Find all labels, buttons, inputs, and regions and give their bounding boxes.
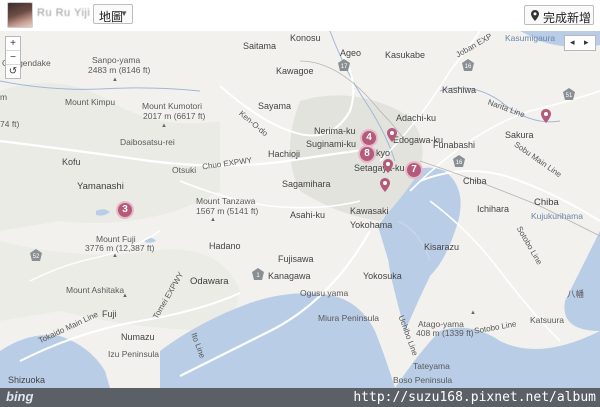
place-label: Nerima-ku [314,126,356,136]
place-label: Ichihara [477,204,510,214]
place-label: Mount Ashitaka [66,285,125,295]
footer-bar: bing http://suzu168.pixnet.net/album [0,388,600,407]
mountain-icon: ▲ [122,293,128,299]
svg-text:52: 52 [33,254,40,260]
done-add-label: 完成新增 [543,11,592,25]
zoom-out-button[interactable]: − [6,50,20,64]
place-label: 408 m (1339 ft) [416,328,474,338]
place-label: Numazu [121,332,155,342]
view-dropdown[interactable]: 地圖 ▼ [93,4,133,24]
place-label: Yokohama [350,220,393,230]
username: Ru Ru Yiji [37,7,91,19]
photo-pin-icon[interactable] [541,109,551,123]
place-label: Yokosuka [363,271,402,281]
place-label: 3776 m (12,387 ft) [85,243,155,253]
place-label: 1567 m (5141 ft) [196,206,259,216]
place-label: Sakura [505,130,534,140]
place-label: Hachioji [268,149,301,159]
place-label: Mount Kimpu [65,97,116,107]
place-label: Funabashi [433,140,476,150]
route-shield-icon: 16 [453,155,465,167]
place-label: 2483 m (8146 ft) [88,65,151,75]
place-label: Sagamihara [282,179,331,189]
place-label: Kawagoe [276,66,314,76]
place-label: Sayama [258,101,292,111]
place-label: Kujukurihama [531,211,583,221]
map-canvas[interactable]: Konosu Ageo Kasukabe Kasumigaura Saitama… [0,31,600,388]
place-label: Chiba [463,176,487,186]
svg-text:16: 16 [456,160,463,166]
place-label: Konosu [290,33,321,43]
svg-text:16: 16 [465,64,472,70]
place-label: Saitama [243,41,277,51]
photo-cluster-marker[interactable]: 8 [358,145,376,163]
place-label: m [0,92,8,102]
place-label: Shizuoka [8,375,46,385]
mountain-icon: ▲ [161,123,167,129]
zoom-in-button[interactable]: + [6,37,20,50]
svg-text:51: 51 [566,93,573,99]
place-label: Setagaya-ku [354,163,405,173]
place-label: Kasumigaura [505,33,556,43]
place-label: kyo [376,148,391,158]
place-label: Izu Peninsula [108,349,160,359]
photo-pin-icon[interactable] [383,159,393,173]
photo-pin-icon[interactable] [380,178,390,192]
place-label: Asahi-ku [290,210,326,220]
map-nav-control: ◂ ▸ [564,35,596,51]
route-shield-icon: 16 [462,59,474,71]
chevron-down-icon: ▼ [120,9,128,18]
prev-arrow-button[interactable]: ◂ [570,37,575,48]
place-label: Mount Kumotori [142,101,202,111]
place-label: Miura Peninsula [318,313,379,323]
place-label: Yamanashi [77,181,124,192]
place-label: Kofu [62,157,81,167]
mountain-icon: ▲ [470,310,476,316]
photo-pin-icon[interactable] [387,128,397,142]
zoom-control: + − ↺ [5,36,21,79]
place-label: Chiba [534,197,559,208]
route-shield-icon: 17 [338,59,350,71]
next-arrow-button[interactable]: ▸ [584,37,589,48]
place-label: Fujisawa [278,254,314,264]
place-label: 74 ft) [0,119,20,129]
top-bar: Ru Ru Yiji 地圖 ▼ 完成新增 [0,0,600,32]
svg-text:17: 17 [341,64,348,70]
mountain-icon: ▲ [210,217,216,223]
place-label: Odawara [190,276,229,287]
place-label: Fuji [102,309,117,319]
photo-cluster-marker[interactable]: 7 [405,161,423,179]
place-label: 八幡 [567,289,585,299]
place-label: Kisarazu [424,242,460,252]
place-label: Otsuki [172,165,197,175]
route-shield-icon: 52 [30,249,42,261]
user-avatar[interactable] [7,2,33,28]
map-pin-icon [531,10,539,21]
place-label: Katsuura [530,315,565,325]
place-label: Sanpo-yama [92,55,141,65]
place-label: Kawasaki [350,206,389,216]
place-label: Suginami-ku [306,139,357,149]
reset-view-button[interactable]: ↺ [6,64,20,78]
place-label: Daibosatsu-rei [120,137,175,147]
done-add-button[interactable]: 完成新增 [524,5,594,25]
watermark: http://suzu168.pixnet.net/album [353,390,596,405]
place-label: Hadano [209,241,241,251]
photo-cluster-marker[interactable]: 3 [116,201,134,219]
mountain-icon: ▲ [112,253,118,259]
route-shield-icon: 1 [252,268,264,280]
place-label: Ageo [340,48,362,58]
place-label: Adachi-ku [396,113,437,123]
place-label: Ogusu yama [300,288,349,298]
place-label: Kashiwa [442,85,477,95]
place-label: Tateyama [413,361,450,371]
place-label: Kasukabe [385,50,426,60]
route-shield-icon: 51 [563,88,575,100]
place-label: Mount Tanzawa [196,196,256,206]
place-label: 2017 m (6617 ft) [143,111,206,121]
place-label: Boso Peninsula [393,375,453,385]
mountain-icon: ▲ [112,77,118,83]
place-label: Kanagawa [268,271,311,281]
bing-logo[interactable]: bing [6,389,33,404]
